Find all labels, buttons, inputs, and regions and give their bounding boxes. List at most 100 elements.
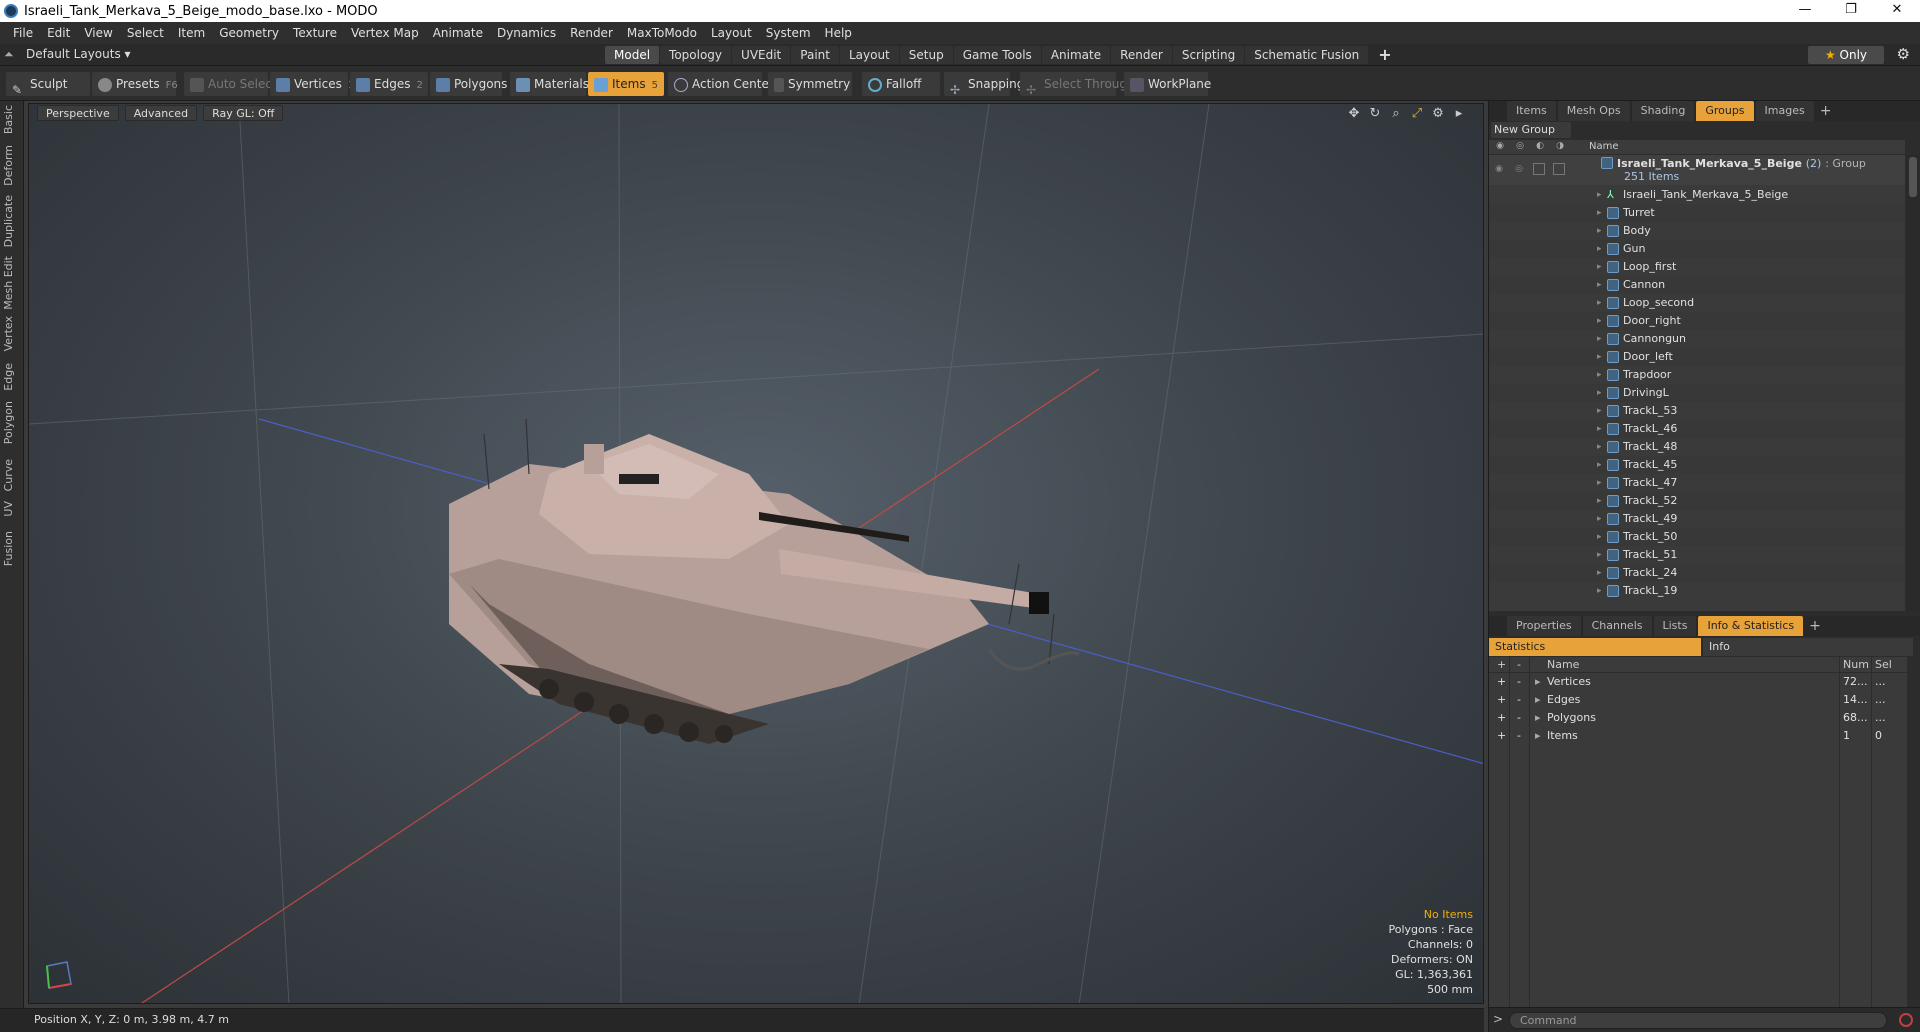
add-icon[interactable]: +	[1497, 673, 1506, 691]
tab-groups[interactable]: Groups	[1696, 101, 1754, 121]
list-item[interactable]: ▸ TrackL_24	[1489, 564, 1905, 582]
add-tab-button[interactable]: +	[1369, 46, 1400, 64]
record-macro-icon[interactable]	[1899, 1013, 1913, 1027]
menu-edit[interactable]: Edit	[40, 26, 77, 40]
tab-properties[interactable]: Properties	[1507, 616, 1581, 636]
list-item[interactable]: ▸ Turret	[1489, 204, 1905, 222]
add-bottom-tab-button[interactable]: +	[1805, 616, 1825, 636]
list-item[interactable]: ▸ TrackL_19	[1489, 582, 1905, 600]
list-item[interactable]: ▸ Cannon	[1489, 276, 1905, 294]
materials-button[interactable]: Materials	[510, 72, 589, 96]
list-item[interactable]: ▸ TrackL_45	[1489, 456, 1905, 474]
3d-viewport[interactable]: Perspective Advanced Ray GL: Off ✥ ↻ ⌕ ⤢…	[28, 103, 1484, 1004]
menu-system[interactable]: System	[759, 26, 818, 40]
polygons-button[interactable]: Polygons	[430, 72, 507, 96]
tab-images[interactable]: Images	[1755, 101, 1814, 121]
list-item[interactable]: ▸ TrackL_46	[1489, 420, 1905, 438]
expand-icon[interactable]: ▸	[1535, 691, 1541, 709]
remove-icon[interactable]: -	[1517, 691, 1521, 709]
expand-icon[interactable]: ▸	[1535, 709, 1541, 727]
tab-curve[interactable]: Curve	[2, 459, 22, 491]
list-item[interactable]: ▸ TrackL_52	[1489, 492, 1905, 510]
tab-vertex[interactable]: Vertex	[2, 316, 22, 351]
only-button[interactable]: ★ Only	[1808, 46, 1884, 64]
groups-scrollbar[interactable]	[1906, 155, 1920, 611]
expand-icon[interactable]: ▸	[1535, 727, 1541, 745]
tab-mesh-ops[interactable]: Mesh Ops	[1557, 101, 1630, 121]
layout-selector[interactable]: ⏶ Default Layouts ▾	[4, 47, 131, 62]
tab-layout[interactable]: Layout	[839, 46, 899, 64]
table-row[interactable]: + - ▸ Vertices 72......	[1489, 673, 1907, 691]
snapping-button[interactable]: ✢ Snapping	[944, 72, 1024, 97]
table-row[interactable]: + - ▸ Polygons 68......	[1489, 709, 1907, 727]
workplane-button[interactable]: WorkPlane	[1124, 72, 1211, 96]
rotate-icon[interactable]: ↻	[1367, 106, 1383, 121]
remove-icon[interactable]: -	[1517, 727, 1521, 745]
shading-mode-dropdown[interactable]: Advanced	[124, 105, 198, 121]
tab-animate[interactable]: Animate	[1041, 46, 1111, 64]
tab-fusion[interactable]: Fusion	[2, 531, 22, 566]
tab-mesh-edit[interactable]: Mesh Edit	[2, 256, 22, 310]
auto-select-button[interactable]: Auto Select	[184, 72, 277, 96]
list-item[interactable]: ▸ TrackL_49	[1489, 510, 1905, 528]
lock-toggle[interactable]	[1533, 163, 1545, 175]
gear-icon[interactable]: ⚙	[1897, 45, 1910, 63]
menu-geometry[interactable]: Geometry	[212, 26, 286, 40]
render-toggle-icon[interactable]: ◎	[1513, 163, 1525, 175]
list-item[interactable]: ▸ Trapdoor	[1489, 366, 1905, 384]
pan-icon[interactable]: ✥	[1346, 106, 1362, 121]
remove-icon[interactable]: -	[1517, 709, 1521, 727]
menu-item[interactable]: Item	[171, 26, 212, 40]
list-item[interactable]: ▸ Loop_second	[1489, 294, 1905, 312]
list-item[interactable]: ▸ TrackL_53	[1489, 402, 1905, 420]
sculpt-button[interactable]: ✎ Sculpt	[6, 72, 90, 97]
list-item[interactable]: ▸ TrackL_50	[1489, 528, 1905, 546]
list-item[interactable]: ▸ DrivingL	[1489, 384, 1905, 402]
menu-help[interactable]: Help	[818, 26, 859, 40]
tab-items[interactable]: Items	[1507, 101, 1556, 121]
menu-file[interactable]: File	[6, 26, 40, 40]
add-icon[interactable]: +	[1497, 727, 1506, 745]
info-tab[interactable]: Info	[1703, 638, 1913, 656]
add-icon[interactable]: +	[1497, 709, 1506, 727]
action-center-button[interactable]: Action Center	[668, 72, 774, 96]
tab-setup[interactable]: Setup	[899, 46, 953, 64]
symmetry-button[interactable]: Symmetry	[768, 72, 852, 96]
select-toggle[interactable]	[1553, 163, 1565, 175]
vertices-button[interactable]: Vertices1	[270, 72, 354, 96]
tab-shading[interactable]: Shading	[1631, 101, 1695, 121]
menu-view[interactable]: View	[77, 26, 119, 40]
presets-button[interactable]: Presets F6	[92, 72, 178, 96]
new-group-button[interactable]: New Group	[1491, 122, 1571, 138]
tab-model[interactable]: Model	[605, 46, 660, 64]
list-item[interactable]: ▸ Loop_first	[1489, 258, 1905, 276]
tab-scripting[interactable]: Scripting	[1172, 46, 1245, 64]
tab-paint[interactable]: Paint	[791, 46, 839, 64]
items-button[interactable]: Items 5	[588, 72, 664, 96]
scrollbar-thumb[interactable]	[1909, 157, 1917, 197]
menu-maxtomodo[interactable]: MaxToModo	[620, 26, 704, 40]
tab-schematic-fusion[interactable]: Schematic Fusion	[1245, 46, 1369, 64]
tab-duplicate[interactable]: Duplicate	[2, 195, 22, 247]
tab-edge[interactable]: Edge	[2, 363, 22, 391]
fit-view-icon[interactable]: ⤢	[1409, 106, 1425, 121]
expand-icon[interactable]: ▸	[1535, 673, 1541, 691]
tab-uvedit[interactable]: UVEdit	[732, 46, 791, 64]
list-item[interactable]: ▸ Cannongun	[1489, 330, 1905, 348]
zoom-icon[interactable]: ⌕	[1388, 106, 1404, 121]
list-item[interactable]: ▸ ⅄ Israeli_Tank_Merkava_5_Beige	[1489, 186, 1905, 204]
menu-animate[interactable]: Animate	[426, 26, 490, 40]
add-icon[interactable]: +	[1497, 691, 1506, 709]
restore-icon[interactable]: ❐	[1828, 0, 1874, 22]
visibility-toggle-icon[interactable]: ◉	[1493, 163, 1505, 175]
tab-topology[interactable]: Topology	[660, 46, 732, 64]
table-row[interactable]: + - ▸ Items 1 0	[1489, 727, 1907, 745]
viewport-expand-icon[interactable]: ▸	[1451, 106, 1467, 121]
add-panel-tab-button[interactable]: +	[1816, 101, 1836, 121]
minimize-icon[interactable]: —	[1782, 0, 1828, 22]
statistics-tab[interactable]: Statistics	[1489, 638, 1701, 656]
tab-lists[interactable]: Lists	[1653, 616, 1697, 636]
list-item[interactable]: ▸ TrackL_51	[1489, 546, 1905, 564]
tab-game-tools[interactable]: Game Tools	[953, 46, 1041, 64]
tab-channels[interactable]: Channels	[1582, 616, 1652, 636]
